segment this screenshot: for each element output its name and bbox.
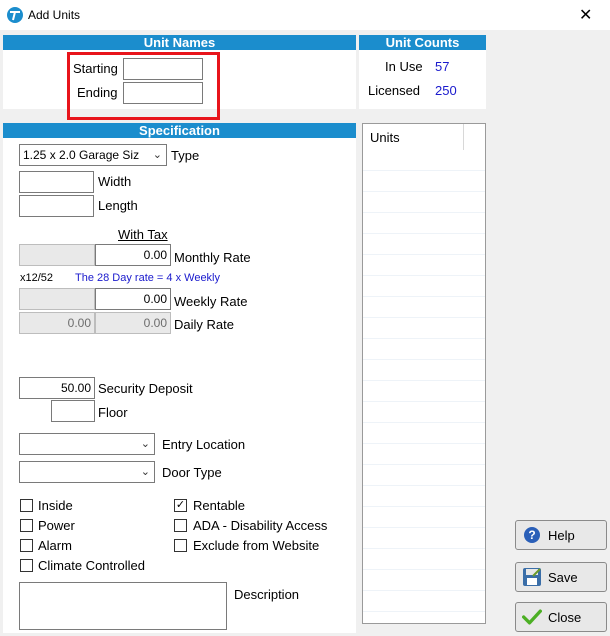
rentable-label: Rentable	[193, 498, 246, 513]
entry-location-label: Entry Location	[162, 437, 246, 452]
save-button[interactable]: Save	[515, 562, 607, 592]
monthly-rate-pre-tax	[19, 244, 95, 266]
length-input[interactable]	[19, 195, 94, 217]
close-button-label: Close	[548, 609, 582, 625]
monthly-rate-label: Monthly Rate	[174, 250, 251, 265]
door-type-label: Door Type	[162, 465, 222, 480]
chevron-down-icon: ⌄	[152, 149, 162, 161]
svg-text:?: ?	[528, 528, 535, 542]
alarm-label: Alarm	[38, 538, 72, 553]
inside-checkbox[interactable]	[20, 499, 33, 512]
save-button-label: Save	[548, 569, 578, 585]
floor-input[interactable]	[51, 400, 95, 422]
help-button[interactable]: ? Help	[515, 520, 607, 550]
ada-checkbox[interactable]	[174, 519, 187, 532]
app-icon	[7, 7, 23, 23]
width-label: Width	[98, 174, 132, 189]
exclude-website-label: Exclude from Website	[193, 538, 320, 553]
with-tax-label: With Tax	[118, 227, 168, 242]
rentable-checkbox[interactable]: ✓	[174, 499, 187, 512]
in-use-value: 57	[435, 59, 450, 74]
type-label: Type	[171, 148, 200, 163]
alarm-checkbox[interactable]	[20, 539, 33, 552]
description-textarea[interactable]	[19, 582, 227, 630]
units-column-header: Units	[370, 130, 400, 145]
type-select[interactable]: 1.25 x 2.0 Garage Siz ⌄	[19, 144, 167, 166]
weekly-rate-pre-tax	[19, 288, 95, 310]
power-checkbox[interactable]	[20, 519, 33, 532]
power-label: Power	[38, 518, 75, 533]
in-use-label: In Use	[385, 59, 423, 74]
floppy-disk-icon	[522, 567, 542, 587]
help-icon: ?	[522, 525, 542, 545]
help-button-label: Help	[548, 527, 575, 543]
length-label: Length	[98, 198, 138, 213]
check-icon: ✓	[175, 499, 186, 511]
specification-header: Specification	[3, 123, 356, 138]
window-title: Add Units	[28, 8, 81, 22]
security-deposit-input[interactable]: 50.00	[19, 377, 95, 399]
climate-controlled-checkbox[interactable]	[20, 559, 33, 572]
exclude-website-checkbox[interactable]	[174, 539, 187, 552]
unit-counts-header: Unit Counts	[359, 35, 486, 50]
ada-label: ADA - Disability Access	[193, 518, 328, 533]
width-input[interactable]	[19, 171, 94, 193]
type-select-value: 1.25 x 2.0 Garage Siz	[23, 148, 140, 162]
floor-label: Floor	[98, 405, 128, 420]
inside-label: Inside	[38, 498, 73, 513]
unit-names-header: Unit Names	[3, 35, 356, 50]
chevron-down-icon: ⌄	[140, 438, 150, 450]
weekly-rate-label: Weekly Rate	[174, 294, 248, 309]
window-close-icon[interactable]: ✕	[579, 5, 592, 25]
description-label: Description	[234, 587, 300, 602]
daily-rate-pre-tax: 0.00	[19, 312, 95, 334]
units-grid	[363, 150, 485, 623]
licensed-label: Licensed	[368, 83, 421, 98]
rate-note: The 28 Day rate = 4 x Weekly	[75, 272, 221, 284]
title-bar: Add Units ✕	[0, 0, 610, 30]
climate-controlled-label: Climate Controlled	[38, 558, 145, 573]
checkmark-icon	[522, 607, 542, 627]
daily-rate-label: Daily Rate	[174, 317, 234, 332]
highlight-box	[67, 52, 220, 120]
x12-label: x12/52	[20, 272, 54, 284]
units-column-divider	[463, 124, 464, 150]
licensed-value: 250	[435, 83, 457, 98]
chevron-down-icon: ⌄	[140, 466, 150, 478]
security-deposit-label: Security Deposit	[98, 381, 193, 396]
door-type-select[interactable]: ⌄	[19, 461, 155, 483]
units-list[interactable]: Units	[362, 123, 486, 624]
weekly-rate-input[interactable]: 0.00	[95, 288, 171, 310]
monthly-rate-input[interactable]: 0.00	[95, 244, 171, 266]
entry-location-select[interactable]: ⌄	[19, 433, 155, 455]
daily-rate-input: 0.00	[95, 312, 171, 334]
close-button[interactable]: Close	[515, 602, 607, 632]
